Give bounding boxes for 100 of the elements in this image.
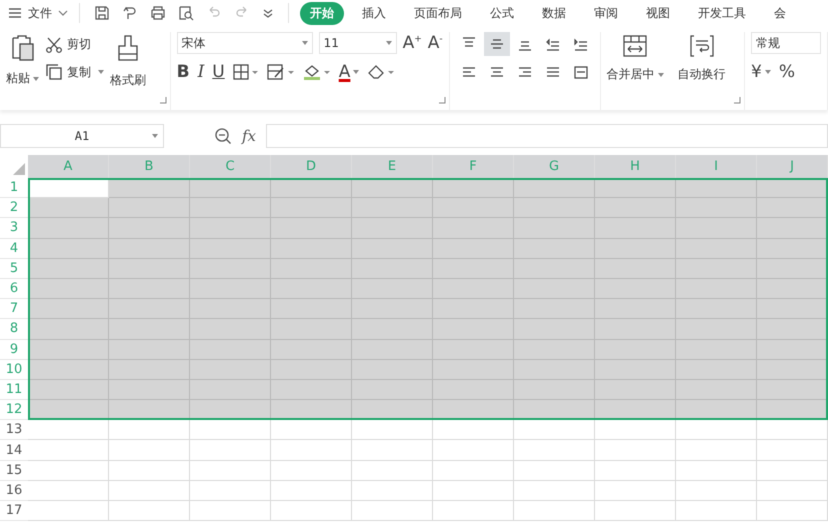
table-cell[interactable] [271,218,352,239]
table-cell[interactable] [271,501,352,522]
table-cell[interactable] [757,480,828,501]
table-cell[interactable] [352,278,433,300]
ribbon-tab[interactable]: 公式 [480,2,524,24]
table-cell[interactable] [433,218,514,239]
table-cell[interactable] [433,460,514,481]
table-cell[interactable] [595,480,676,501]
table-cell[interactable] [352,319,433,340]
table-cell[interactable] [757,440,828,461]
menu-icon[interactable] [8,7,22,19]
table-cell[interactable] [28,319,109,340]
table-cell[interactable] [595,198,676,218]
table-cell[interactable] [595,299,676,320]
dialog-launcher-icon[interactable] [160,97,167,104]
table-cell[interactable] [190,501,271,522]
table-cell[interactable] [595,218,676,239]
table-cell[interactable] [595,440,676,461]
table-cell[interactable] [109,480,190,501]
paste-button[interactable]: 粘贴 [6,32,39,87]
font-name-dropdown[interactable]: 宋体 [176,32,313,54]
table-cell[interactable] [514,278,595,300]
formula-input-field[interactable] [266,124,828,148]
table-cell[interactable] [190,258,271,279]
table-cell[interactable] [28,258,109,279]
table-cell[interactable] [271,340,352,360]
copy-button[interactable]: 复制 [45,63,104,81]
table-cell[interactable] [271,178,352,198]
table-cell[interactable] [190,380,271,400]
font-color-button[interactable]: A [338,62,360,82]
table-cell[interactable] [595,319,676,340]
table-cell[interactable] [352,178,433,198]
table-cell[interactable] [514,178,595,198]
table-cell[interactable] [433,420,514,440]
ribbon-tab[interactable]: 会 [764,2,796,24]
table-cell[interactable] [676,299,757,320]
underline-button[interactable]: U [212,62,225,82]
italic-button[interactable]: I [198,62,204,82]
table-cell[interactable] [28,480,109,501]
number-format-dropdown[interactable]: 常规 [751,32,821,54]
table-cell[interactable] [352,218,433,239]
table-cell[interactable] [271,420,352,440]
table-cell[interactable] [28,501,109,522]
table-cell[interactable] [190,278,271,300]
table-cell[interactable] [109,258,190,279]
table-cell[interactable] [676,440,757,461]
table-cell[interactable] [352,460,433,481]
table-cell[interactable] [595,278,676,300]
table-cell[interactable] [352,198,433,218]
table-cell[interactable] [433,198,514,218]
table-cell[interactable] [514,440,595,461]
table-cell[interactable] [595,420,676,440]
cut-button[interactable]: 剪切 [45,36,104,53]
table-cell[interactable] [109,380,190,400]
table-cell[interactable] [271,400,352,420]
table-cell[interactable] [514,340,595,360]
table-cell[interactable] [271,319,352,340]
table-cell[interactable] [433,178,514,198]
table-cell[interactable] [676,400,757,420]
table-cell[interactable] [271,360,352,380]
table-cell[interactable] [28,278,109,300]
table-cell[interactable] [757,238,828,259]
table-cell[interactable] [190,218,271,239]
table-cell[interactable] [595,460,676,481]
table-cell[interactable] [352,340,433,360]
print-icon[interactable] [150,5,166,21]
table-cell[interactable] [514,299,595,320]
table-cell[interactable] [352,258,433,279]
percent-button[interactable]: % [778,62,795,82]
table-cell[interactable] [109,218,190,239]
table-cell[interactable] [757,218,828,239]
table-cell[interactable] [514,380,595,400]
customize-icon[interactable] [262,7,274,19]
table-cell[interactable] [190,319,271,340]
ribbon-tab[interactable]: 审阅 [584,2,628,24]
fill-color-icon[interactable] [302,63,331,81]
table-cell[interactable] [28,440,109,461]
table-cell[interactable] [190,238,271,259]
table-cell[interactable] [190,420,271,440]
table-cell[interactable] [676,340,757,360]
ribbon-tab[interactable]: 视图 [636,2,680,24]
table-cell[interactable] [676,460,757,481]
save-icon[interactable] [94,5,110,21]
ribbon-tab[interactable]: 插入 [352,2,396,24]
table-cell[interactable] [190,198,271,218]
table-cell[interactable] [676,420,757,440]
table-cell[interactable] [109,420,190,440]
table-cell[interactable] [109,278,190,300]
table-cell[interactable] [28,218,109,239]
table-cell[interactable] [109,198,190,218]
table-cell[interactable] [109,238,190,259]
table-cell[interactable] [28,360,109,380]
name-box[interactable]: A1 [0,124,164,148]
table-cell[interactable] [514,501,595,522]
table-cell[interactable] [757,278,828,300]
table-cell[interactable] [352,380,433,400]
table-cell[interactable] [28,198,109,218]
table-cell[interactable] [433,501,514,522]
merge-center-button[interactable]: 合并居中 [606,32,664,110]
table-cell[interactable] [595,238,676,259]
